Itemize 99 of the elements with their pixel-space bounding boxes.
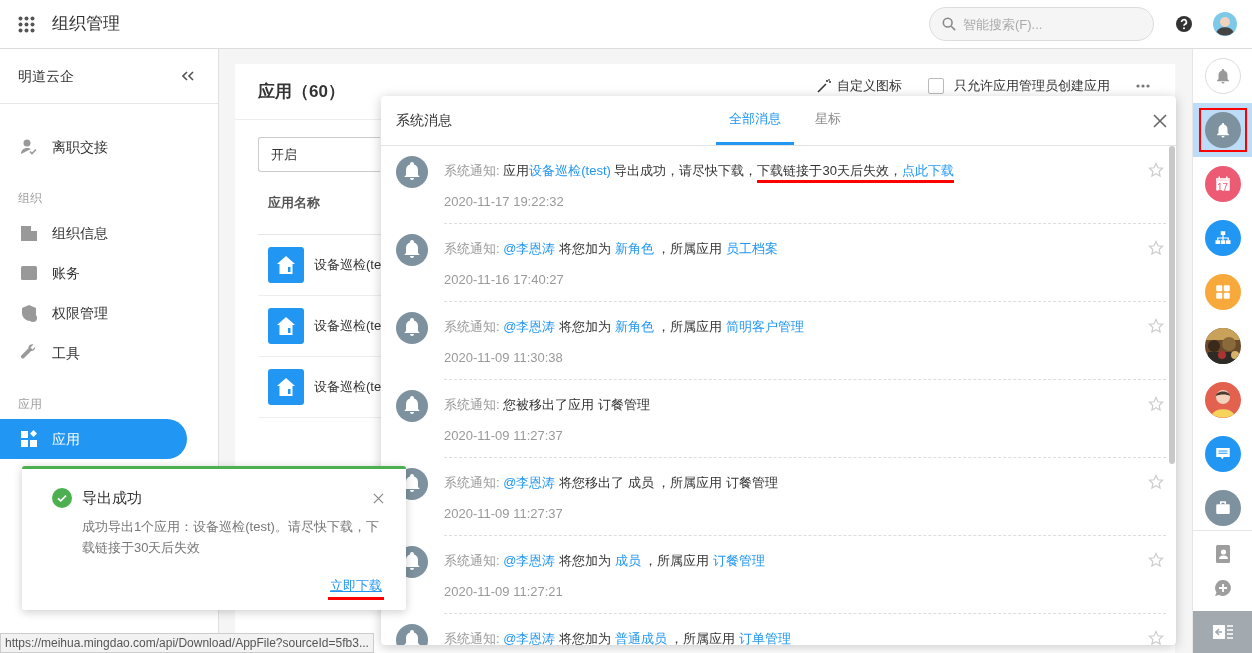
link[interactable]: 订单管理 [738,631,791,645]
link[interactable]: @李恩涛 [503,553,556,568]
app-name[interactable]: 设备巡检(te [314,316,382,336]
help-icon[interactable] [1176,16,1192,32]
link[interactable]: 新角色 [614,319,654,334]
custom-icon-button[interactable]: 自定义图标 [817,76,902,96]
org-chart-icon [1213,229,1232,247]
page-heading: 应用（60） [258,80,345,103]
org-chart-button[interactable] [1204,220,1241,256]
section-heading: 组织 [18,190,42,207]
column-header: 应用名称 [268,194,320,213]
search-field[interactable]: 智能搜索(F)... [929,7,1154,41]
link[interactable]: @李恩涛 [503,475,556,490]
message-text: 系统通知: @李恩涛 将您加为 新角色 ，所属应用 简明客户管理 [444,318,804,336]
shield-icon [20,304,38,322]
person-check-icon [20,138,38,156]
star-icon[interactable] [1148,162,1164,178]
scrollbar[interactable] [1169,146,1175,464]
page-title: 组织管理 [52,13,120,36]
calendar-icon [1213,175,1232,193]
wand-icon [817,78,831,93]
success-icon [52,488,72,509]
system-messages-button[interactable] [1204,112,1241,148]
bell-avatar [396,234,428,266]
link[interactable]: 简明客户管理 [725,319,804,334]
org-name: 明道云企 [18,66,74,86]
star-icon[interactable] [1148,396,1164,412]
message-text: 系统通知: 应用设备巡检(test) 导出成功，请尽快下载，下载链接于30天后失效，点此下载 [444,162,954,180]
collapse-icon[interactable] [182,71,194,81]
message-text: 系统通知: @李恩涛 将您加为 成员 ，所属应用 订餐管理 [444,552,765,570]
panel-title: 系统消息 [396,111,453,130]
link[interactable]: @李恩涛 [503,241,556,256]
star-icon[interactable] [1148,240,1164,256]
filter-select[interactable]: 开启 [258,137,380,172]
link[interactable]: 员工档案 [725,241,778,256]
link[interactable]: 点此下载 [901,163,954,183]
search-icon [942,17,956,31]
tab[interactable]: 星标 [802,96,854,145]
link[interactable]: 设备巡检(test) [529,163,611,178]
timestamp: 2020-11-09 11:27:37 [444,505,563,523]
tab[interactable]: 全部消息 [716,96,794,145]
notifications-button[interactable] [1204,58,1241,94]
close-icon[interactable] [1153,113,1167,128]
timestamp: 2020-11-09 11:27:21 [444,583,563,601]
star-icon[interactable] [1148,474,1164,490]
toast-title: 导出成功 [82,488,142,508]
link[interactable]: 新角色 [614,241,654,256]
timestamp: 2020-11-17 19:22:32 [444,193,564,211]
close-icon[interactable] [373,492,384,504]
link[interactable]: 成员 [614,553,641,568]
link[interactable]: @李恩涛 [503,631,556,645]
sidebar-item[interactable]: 离职交接 [0,127,218,167]
timestamp: 2020-11-09 11:30:38 [444,349,563,367]
sidebar-item[interactable]: 权限管理 [0,293,218,333]
more-icon[interactable] [1136,83,1150,88]
avatar[interactable] [1204,382,1241,418]
link[interactable]: @李恩涛 [503,319,556,334]
collapse-icon [1212,625,1233,639]
bell-avatar [396,312,428,344]
app-icon[interactable] [268,247,304,283]
section-heading: 应用 [18,396,42,413]
sidebar-item[interactable]: 组织信息 [0,213,218,253]
briefcase-button[interactable] [1204,490,1241,526]
add-chat-icon[interactable] [1213,579,1232,597]
app-name[interactable]: 设备巡检(te [314,377,382,397]
avatar[interactable] [1213,12,1237,36]
timestamp: 2020-11-09 11:27:37 [444,427,563,445]
checkbox[interactable] [928,77,944,94]
address-book-icon[interactable] [1214,545,1231,563]
message-text: 系统通知: @李恩涛 将您移出了 成员 ，所属应用 订餐管理 [444,474,778,492]
collapse-panel-button[interactable] [1193,611,1252,653]
message-text: 系统通知: 您被移出了应用 订餐管理 [444,396,650,414]
checkbox-label: 只允许应用管理员创建应用 [954,77,1110,95]
app-icon[interactable] [268,308,304,344]
briefcase-icon [1213,499,1232,517]
star-icon[interactable] [1148,318,1164,334]
sidebar-item[interactable]: 工具 [0,333,218,373]
bell-avatar [396,390,428,422]
app-icon[interactable] [268,369,304,405]
apps-icon [20,430,38,448]
sidebar-item[interactable]: 账务 [0,253,218,293]
grid-icon [1213,283,1232,301]
apps-button[interactable] [1204,274,1241,310]
bell-avatar [396,156,428,188]
chat-button[interactable] [1204,436,1241,472]
toast-message: 成功导出1个应用：设备巡检(test)。请尽快下载，下载链接于30天后失效 [82,517,380,557]
link[interactable]: 普通成员 [614,631,667,645]
star-icon[interactable] [1148,552,1164,568]
app-name[interactable]: 设备巡检(te [314,255,382,275]
status-url: https://meihua.mingdao.com/api/Download/AppFile?sourceId=5fb3... [0,633,374,653]
menu-icon[interactable] [18,15,35,33]
timestamp: 2020-11-16 17:40:27 [444,271,564,289]
sidebar-item[interactable]: 应用 [0,419,187,459]
calendar-button[interactable]: 17 [1204,166,1241,202]
download-link[interactable]: 立即下载 [328,575,384,600]
link[interactable]: 订餐管理 [712,553,765,568]
star-icon[interactable] [1148,630,1164,645]
message-text: 系统通知: @李恩涛 将您加为 新角色 ，所属应用 员工档案 [444,240,778,258]
message-text: 系统通知: @李恩涛 将您加为 普通成员 ，所属应用 订单管理 [444,630,791,645]
